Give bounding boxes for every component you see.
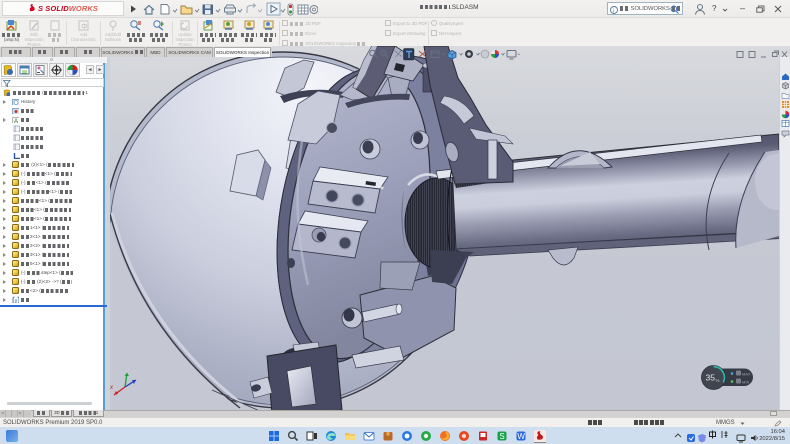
svg-text:MIN: MIN <box>742 380 749 385</box>
svg-text:Φ: Φ <box>81 22 87 31</box>
svg-text:35: 35 <box>706 373 716 383</box>
svg-text:i: i <box>613 8 614 14</box>
svg-text:%: % <box>716 378 720 383</box>
svg-text:A: A <box>14 119 18 123</box>
svg-text:W: W <box>517 432 525 441</box>
svg-text:MAX: MAX <box>742 372 751 377</box>
svg-text:S: S <box>499 432 504 441</box>
